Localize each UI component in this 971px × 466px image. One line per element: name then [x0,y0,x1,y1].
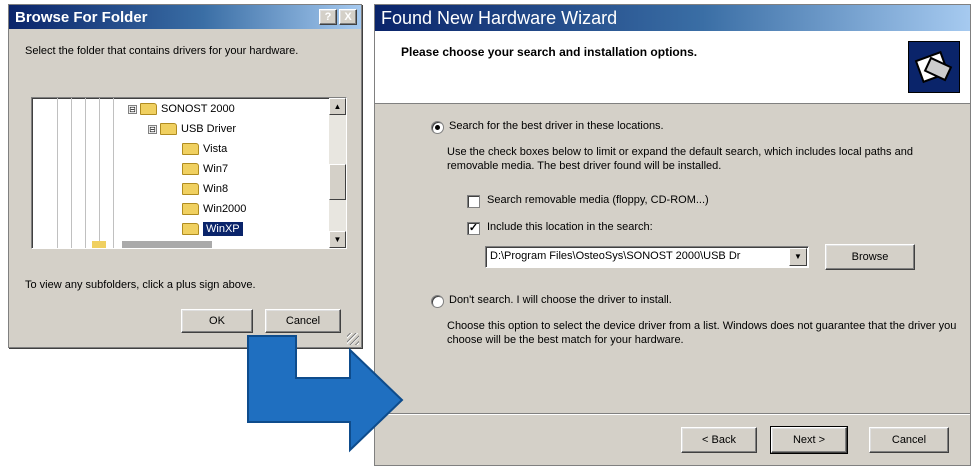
tree-item-win2000[interactable]: Win2000 [182,200,246,218]
back-button[interactable]: < Back [681,427,757,453]
browse-dialog-titlebar: Browse For Folder ? X [9,5,361,29]
subfolder-hint: To view any subfolders, click a plus sig… [25,279,256,291]
include-location-checkbox[interactable]: ✓ [467,222,480,235]
folder-icon [182,183,199,195]
close-button[interactable]: X [339,9,357,25]
removable-media-checkbox[interactable] [467,195,480,208]
ok-button[interactable]: OK [181,309,253,333]
wizard-titlebar: Found New Hardware Wizard [375,5,970,31]
folder-tree[interactable]: ⊟ SONOST 2000 ⊟ USB Driver Vista Win7 Wi… [31,97,347,249]
cancel-button[interactable]: Cancel [265,309,341,333]
dont-search-radio[interactable] [431,295,444,308]
dropdown-arrow-icon[interactable]: ▼ [789,248,807,266]
tree-item-usb-driver[interactable]: ⊟ USB Driver [148,120,236,138]
resize-grip-icon[interactable] [347,333,359,345]
search-option-radio[interactable] [431,121,444,134]
removable-media-label[interactable]: Search removable media (floppy, CD-ROM..… [487,194,709,206]
folder-icon [182,223,199,235]
close-icon: X [344,11,352,23]
tree-item-vista[interactable]: Vista [182,140,227,158]
collapse-icon[interactable]: ⊟ [128,104,137,114]
browse-dialog-title: Browse For Folder [15,8,148,26]
tree-item-label: WinXP [203,222,243,236]
folder-icon [182,163,199,175]
collapse-icon[interactable]: ⊟ [148,124,157,134]
tree-guide-lines [44,98,124,248]
wizard-footer-divider [375,413,970,415]
folder-icon [140,103,157,115]
tree-scrollbar[interactable]: ▲ ▼ [329,98,346,248]
folder-icon [160,123,177,135]
scroll-thumb[interactable] [329,164,346,200]
dont-search-description: Choose this option to select the device … [447,320,957,346]
location-path-combobox[interactable]: D:\Program Files\OsteoSys\SONOST 2000\US… [485,246,809,268]
dont-search-label[interactable]: Don't search. I will choose the driver t… [449,294,672,306]
scroll-up-icon[interactable]: ▲ [329,98,346,115]
tree-item-win7[interactable]: Win7 [182,160,228,178]
hardware-icon [908,41,960,93]
tree-item-win8[interactable]: Win8 [182,180,228,198]
wizard-header-panel: Please choose your search and installati… [375,31,970,104]
browse-folder-dialog: Browse For Folder ? X Select the folder … [8,4,362,348]
tree-item-sonost[interactable]: ⊟ SONOST 2000 [128,100,235,118]
tree-item-label: Win2000 [203,203,247,215]
next-button[interactable]: Next > [770,426,848,454]
help-button[interactable]: ? [319,9,337,25]
include-location-label[interactable]: Include this location in the search: [487,221,653,233]
tree-item-label: Vista [203,143,228,155]
folder-icon [182,203,199,215]
folder-icon [182,143,199,155]
scroll-down-icon[interactable]: ▼ [329,231,346,248]
search-option-label[interactable]: Search for the best driver in these loca… [449,120,664,132]
hardware-wizard-window: Found New Hardware Wizard Please choose … [374,4,971,466]
tree-item-label: SONOST 2000 [161,103,235,115]
wizard-title: Found New Hardware Wizard [381,7,618,28]
search-option-description: Use the check boxes below to limit or ex… [447,146,913,172]
location-path-value[interactable]: D:\Program Files\OsteoSys\SONOST 2000\US… [490,250,740,262]
tree-item-partial [92,241,212,248]
browse-instruction: Select the folder that contains drivers … [25,45,299,57]
tree-item-label: Win7 [203,163,229,175]
tree-item-winxp[interactable]: WinXP [182,220,243,238]
tree-item-label: USB Driver [181,123,237,135]
wizard-header-text: Please choose your search and installati… [401,45,698,59]
tree-item-label: Win8 [203,183,229,195]
browse-button[interactable]: Browse [825,244,915,270]
wizard-cancel-button[interactable]: Cancel [869,427,949,453]
